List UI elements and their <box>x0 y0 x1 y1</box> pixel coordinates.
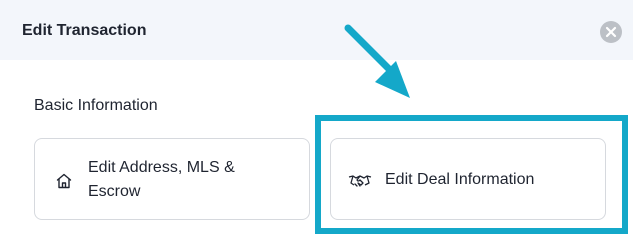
modal-header: Edit Transaction <box>0 0 633 60</box>
home-icon <box>55 172 73 195</box>
handshake-icon <box>348 173 372 194</box>
close-icon <box>605 26 617 38</box>
edit-deal-label: Edit Deal Information <box>385 171 535 188</box>
modal-title: Edit Transaction <box>22 22 147 39</box>
edit-transaction-modal: Edit Transaction Basic Information Edit … <box>0 0 633 247</box>
section-heading: Basic Information <box>34 97 158 114</box>
edit-deal-card[interactable]: Edit Deal Information <box>330 138 606 220</box>
edit-address-card[interactable]: Edit Address, MLS & Escrow <box>34 138 310 220</box>
edit-address-label: Edit Address, MLS & Escrow <box>88 159 235 200</box>
close-button[interactable] <box>600 21 622 43</box>
